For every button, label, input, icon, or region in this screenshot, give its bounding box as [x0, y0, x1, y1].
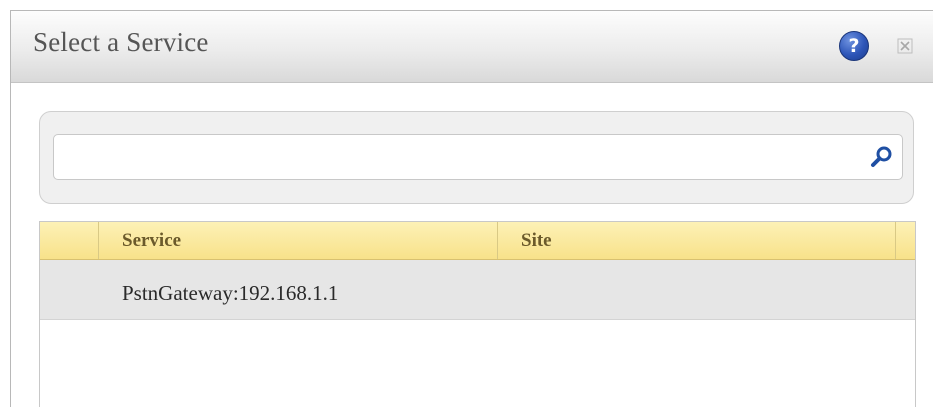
table-header: Service Site — [40, 222, 915, 260]
dialog-titlebar: Select a Service ? — [11, 11, 933, 83]
column-header-service[interactable]: Service — [99, 222, 498, 259]
help-icon[interactable]: ? — [839, 31, 869, 61]
site-cell — [498, 260, 896, 319]
column-header-select[interactable] — [40, 222, 99, 259]
search-icon[interactable] — [870, 145, 894, 169]
search-box — [53, 134, 903, 180]
search-input[interactable] — [62, 141, 856, 175]
search-panel — [39, 111, 914, 204]
table-row[interactable]: PstnGateway:192.168.1.1 — [40, 260, 915, 320]
service-cell: PstnGateway:192.168.1.1 — [122, 281, 339, 305]
services-table: Service Site PstnGateway:192.168.1.1 — [39, 221, 916, 407]
column-header-site[interactable]: Site — [498, 222, 896, 259]
dialog-title: Select a Service — [33, 27, 209, 57]
close-icon[interactable] — [897, 38, 913, 54]
select-service-dialog: Select a Service ? Service Site PstnGate… — [10, 10, 933, 407]
